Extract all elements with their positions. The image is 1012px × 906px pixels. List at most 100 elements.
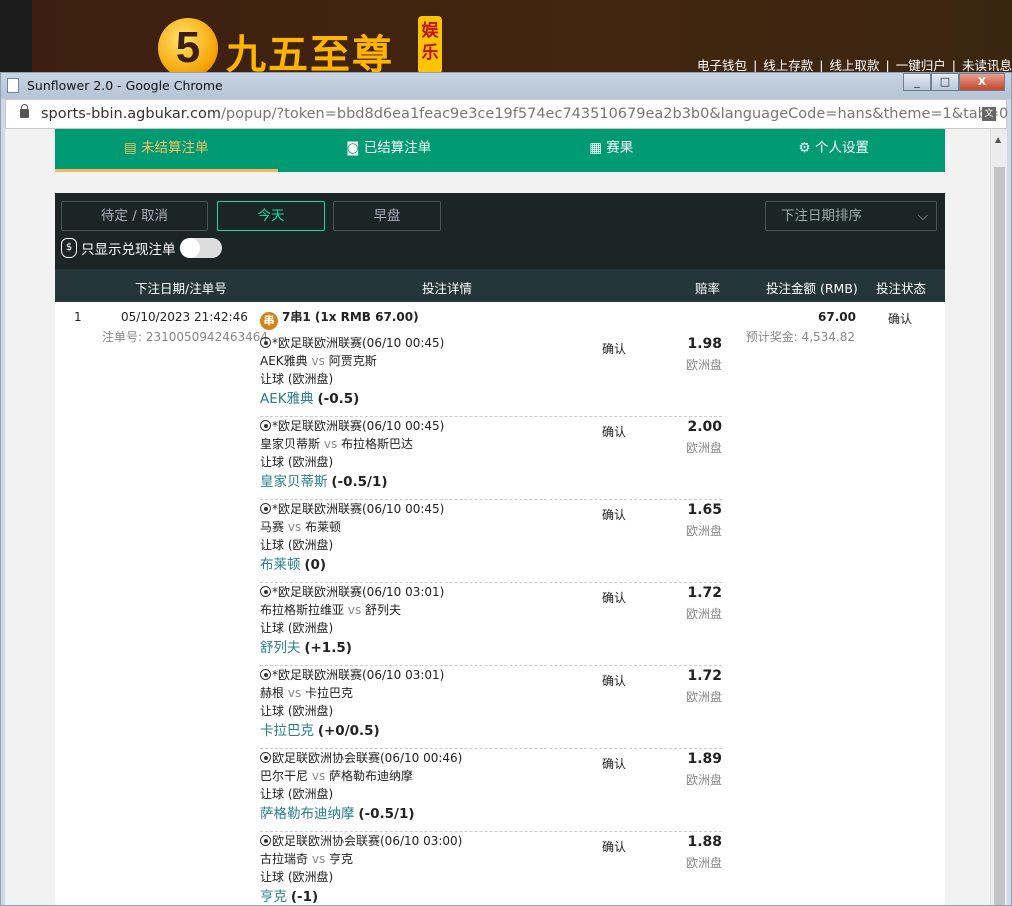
scrollbar-thumb[interactable] xyxy=(994,167,1005,905)
minimize-button[interactable]: _ xyxy=(903,73,931,91)
home-team: 布拉格斯拉维亚 xyxy=(260,603,345,617)
leg-odds: 2.00 xyxy=(687,419,722,435)
home-team: 赫根 xyxy=(260,686,285,700)
link-separator: | xyxy=(753,58,758,73)
leg-match: AEK雅典 vs 阿贾克斯 xyxy=(260,352,377,369)
leg-league: *欧足联欧洲联赛(06/10 00:45) xyxy=(260,334,444,351)
leg-status: 确认 xyxy=(602,591,627,605)
odds-type: 欧洲盘 xyxy=(685,690,722,704)
leg-odds: 1.98 xyxy=(687,336,722,352)
leg-market: 让球 (欧洲盘) xyxy=(260,455,334,469)
leg-selection: 萨格勒布迪纳摩 (-0.5/1) xyxy=(260,802,415,822)
settled-icon: ◙ xyxy=(346,140,360,156)
maximize-button[interactable]: □ xyxy=(931,73,959,91)
close-button[interactable]: X xyxy=(959,73,1005,91)
scoreboard-icon: ▦ xyxy=(589,140,602,156)
leg-market: 让球 (欧洲盘) xyxy=(260,372,334,386)
tab-label: 赛果 xyxy=(606,140,634,156)
away-team: 舒列夫 xyxy=(365,603,402,617)
odds-type: 欧洲盘 xyxy=(685,773,722,787)
league-name: *欧足联欧洲联赛(06/10 03:01) xyxy=(272,585,445,599)
vs-label: vs xyxy=(311,769,326,783)
away-team: 亨克 xyxy=(329,852,354,866)
top-link[interactable]: 未读讯息 xyxy=(962,58,1012,73)
translate-icon[interactable]: 文 xyxy=(982,107,996,121)
vs-label: vs xyxy=(323,437,338,451)
tab-results[interactable]: ▦ 赛果 xyxy=(500,129,723,172)
link-separator: | xyxy=(951,58,956,73)
top-link[interactable]: 线上取款 xyxy=(830,58,880,73)
col-date: 下注日期/注单号 xyxy=(135,281,227,296)
leg-status: 确认 xyxy=(602,840,627,854)
league-name: *欧足联欧洲联赛(06/10 00:45) xyxy=(272,502,445,516)
scroll-up-icon[interactable]: ▲ xyxy=(995,135,1001,144)
tab-label: 个人设置 xyxy=(814,140,869,156)
away-team: 阿贾克斯 xyxy=(328,354,377,368)
address-bar[interactable]: sports-bbin.agbukar.com/popup/?token=bbd… xyxy=(5,99,1008,129)
leg-league: *欧足联欧洲联赛(06/10 03:01) xyxy=(260,583,444,600)
browser-window: Sunflower 2.0 - Google Chrome _ □ X spor… xyxy=(0,72,1012,906)
leg-market: 让球 (欧洲盘) xyxy=(260,704,334,718)
bet-tabs: ▤ 未结算注单 ◙ 已结算注单 ▦ 赛果 ⚙ 个人设置 xyxy=(55,129,945,172)
sort-select[interactable]: 下注日期排序 ⌵ xyxy=(765,201,937,231)
filter-early[interactable]: 早盘 xyxy=(333,201,441,231)
handicap: (-1) xyxy=(290,889,319,905)
bet-status: 确认 xyxy=(888,312,913,326)
vs-label: vs xyxy=(311,852,326,866)
link-separator: | xyxy=(819,58,824,73)
leg-match: 巴尔干尼 vs 萨格勒布迪纳摩 xyxy=(260,767,413,784)
leg-selection: AEK雅典 (-0.5) xyxy=(260,387,359,407)
handicap: (+0/0.5) xyxy=(317,723,380,739)
gear-icon: ⚙ xyxy=(798,140,811,156)
tab-unsettled[interactable]: ▤ 未结算注单 xyxy=(55,129,278,172)
filter-pending-cancel[interactable]: 待定 / 取消 xyxy=(61,201,208,231)
leg-league: *欧足联欧洲联赛(06/10 03:01) xyxy=(260,666,444,683)
filter-today[interactable]: 今天 xyxy=(217,201,325,231)
leg-market: 让球 (欧洲盘) xyxy=(260,870,334,884)
leg-match: 布拉格斯拉维亚 vs 舒列夫 xyxy=(260,601,401,618)
odds-type: 欧洲盘 xyxy=(685,607,722,621)
leg-odds: 1.72 xyxy=(687,585,722,601)
col-amount: 投注金额 (RMB) xyxy=(766,281,858,296)
odds-type: 欧洲盘 xyxy=(685,441,722,455)
leg-market: 让球 (欧洲盘) xyxy=(260,787,334,801)
scrollbar[interactable]: ▲ xyxy=(990,129,1007,905)
home-team: 巴尔干尼 xyxy=(260,769,309,783)
leg-match: 马赛 vs 布莱顿 xyxy=(260,518,341,535)
estimated-payout: 预计奖金: 4,534.82 xyxy=(745,330,855,344)
top-link[interactable]: 线上存款 xyxy=(763,58,813,73)
soccer-ball-icon xyxy=(260,752,271,763)
selection-team: 皇家贝蒂斯 xyxy=(260,474,328,490)
tab-label: 未结算注单 xyxy=(141,140,209,156)
leg-league: 欧足联欧洲协会联赛(06/10 03:00) xyxy=(260,832,462,849)
leg-selection: 舒列夫 (+1.5) xyxy=(260,636,352,656)
url-text[interactable]: sports-bbin.agbukar.com/popup/?token=bbd… xyxy=(41,106,1008,122)
soccer-ball-icon xyxy=(260,586,271,597)
vs-label: vs xyxy=(311,354,325,368)
link-separator: | xyxy=(885,58,890,73)
away-team: 萨格勒布迪纳摩 xyxy=(329,769,414,783)
bet-leg: 欧足联欧洲协会联赛(06/10 03:00) 古拉瑞奇 vs 亨克 让球 (欧洲… xyxy=(260,832,722,905)
tab-settled[interactable]: ◙ 已结算注单 xyxy=(278,129,501,172)
bet-amount: 67.00 xyxy=(818,310,856,324)
top-link[interactable]: 一键归户 xyxy=(896,58,946,73)
page-content: ▤ 未结算注单 ◙ 已结算注单 ▦ 赛果 ⚙ 个人设置 待定 / 取消 今天 早… xyxy=(5,129,1007,905)
league-name: *欧足联欧洲联赛(06/10 00:45) xyxy=(272,336,445,350)
tab-settings[interactable]: ⚙ 个人设置 xyxy=(723,129,946,172)
selection-team: 舒列夫 xyxy=(260,640,301,656)
leg-league: *欧足联欧洲联赛(06/10 00:45) xyxy=(260,500,444,517)
selection-team: 布莱顿 xyxy=(260,557,301,573)
selection-team: 萨格勒布迪纳摩 xyxy=(260,806,355,822)
order-number: 注单号: 2310050942463464 xyxy=(102,330,269,344)
bet-type-label: 7串1 (1x RMB 67.00) xyxy=(282,310,419,324)
leg-league: 欧足联欧洲协会联赛(06/10 00:46) xyxy=(260,749,462,766)
leg-odds: 1.89 xyxy=(687,751,722,767)
top-link[interactable]: 电子钱包 xyxy=(697,58,747,73)
url-domain: sports-bbin.agbukar.com xyxy=(41,106,222,122)
cashout-toggle[interactable] xyxy=(179,238,222,258)
home-team: AEK雅典 xyxy=(260,354,308,368)
odds-type: 欧洲盘 xyxy=(685,358,722,372)
home-team: 皇家贝蒂斯 xyxy=(260,437,321,451)
bet-leg: *欧足联欧洲联赛(06/10 00:45) AEK雅典 vs 阿贾克斯 让球 (… xyxy=(260,334,722,417)
bet-leg: *欧足联欧洲联赛(06/10 00:45) 皇家贝蒂斯 vs 布拉格斯巴达 让球… xyxy=(260,417,722,500)
